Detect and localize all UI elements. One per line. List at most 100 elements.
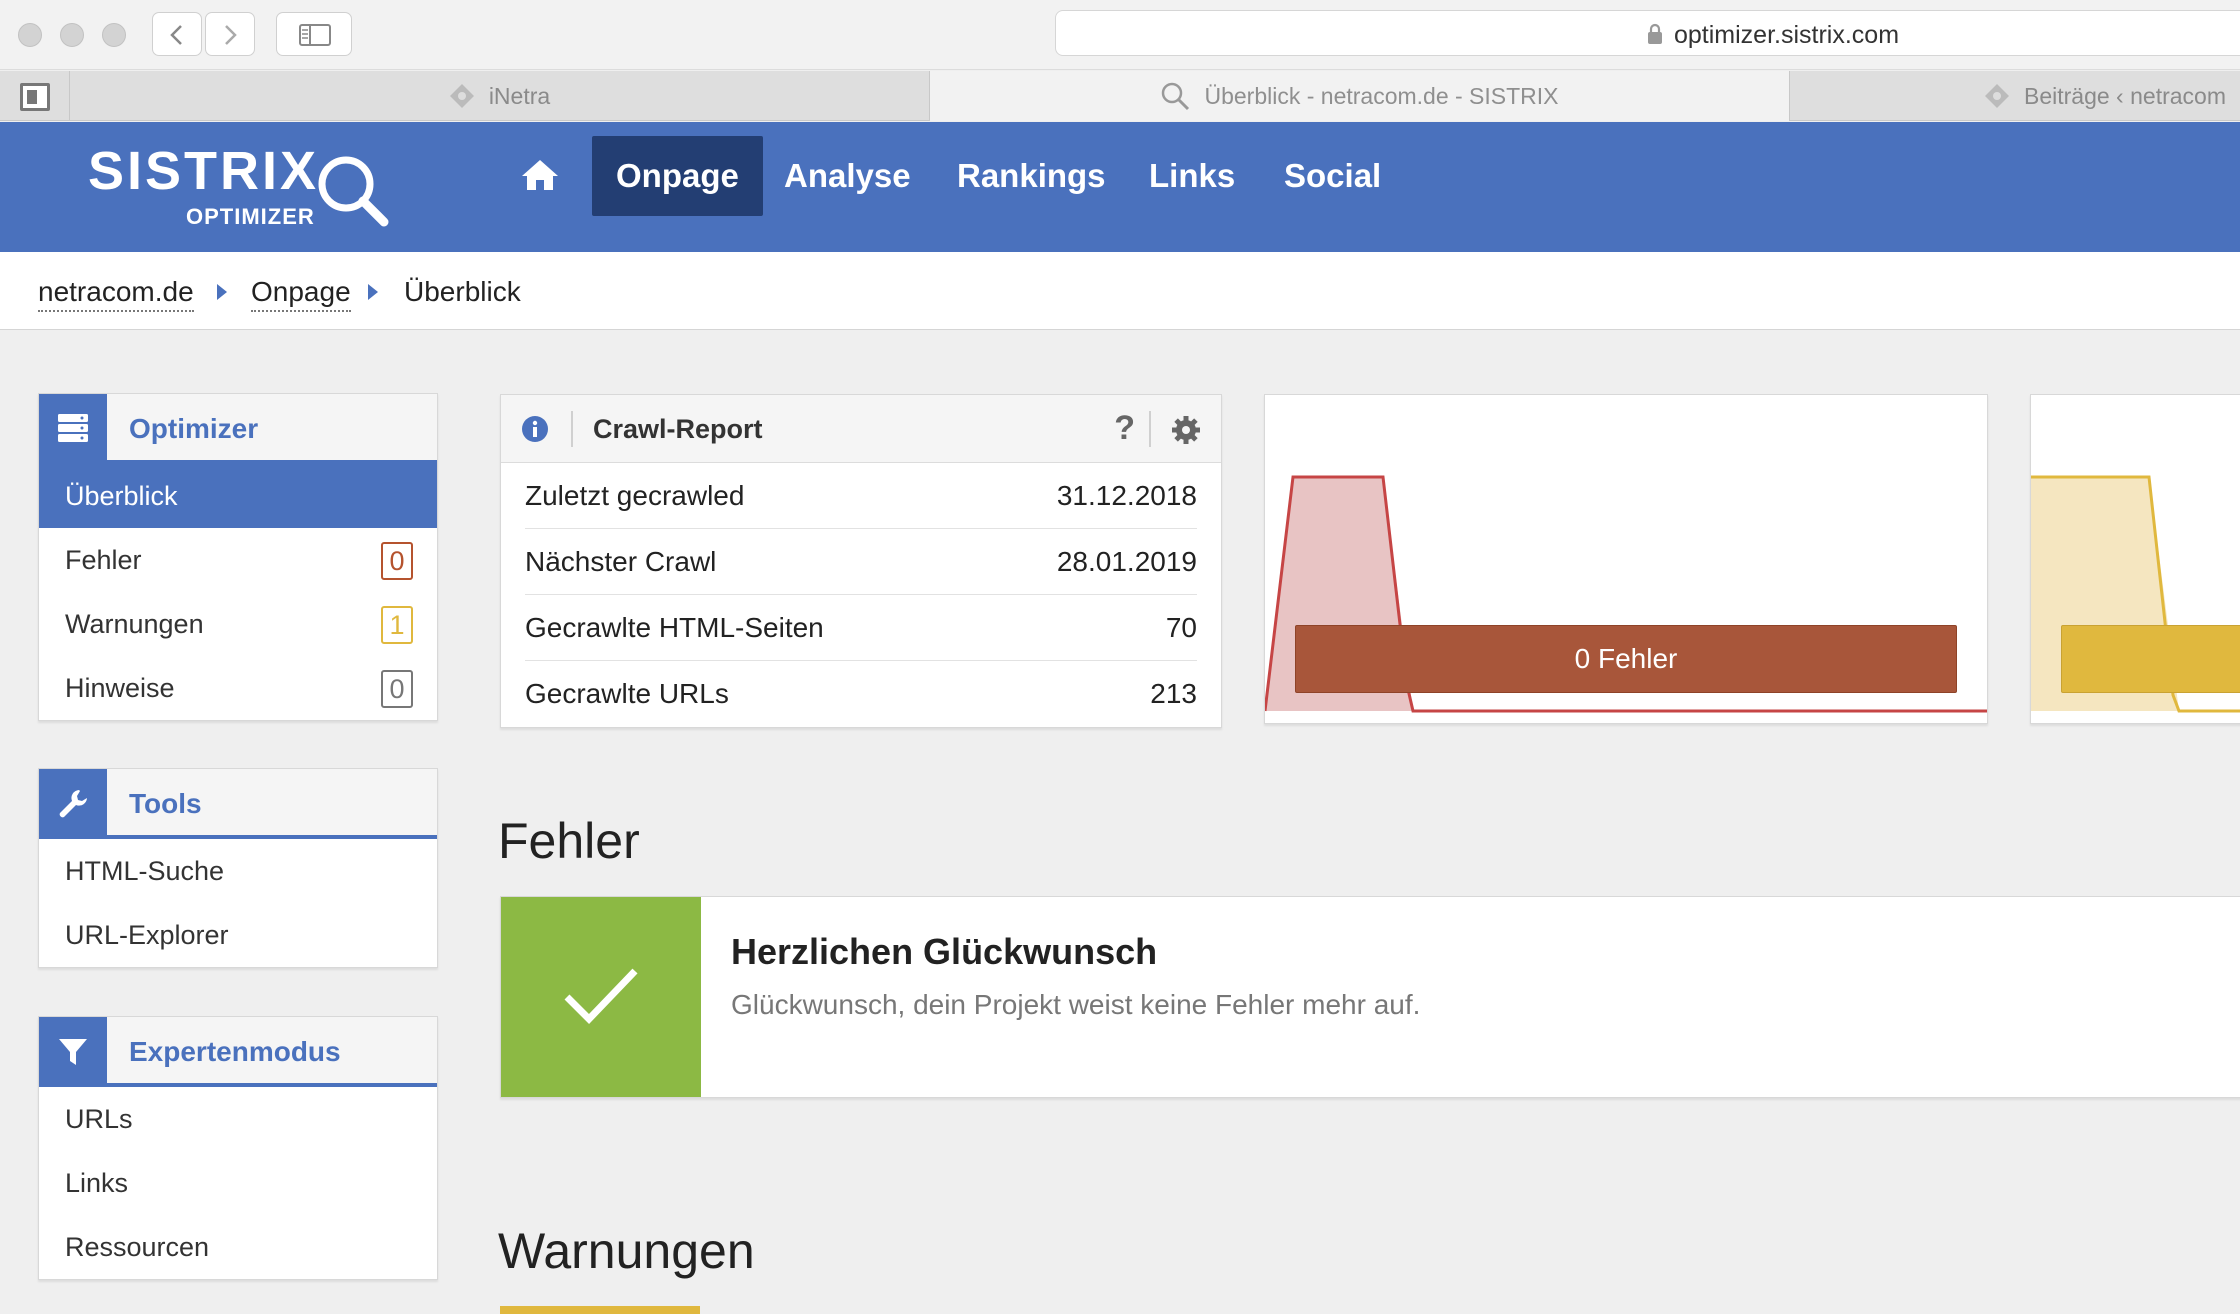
info-icon[interactable]: [521, 415, 549, 443]
sidebar-expert-panel: Expertenmodus URLs Links Ressourcen: [38, 1016, 438, 1280]
sidebar-item-label: Fehler: [65, 545, 142, 575]
nav-analyse[interactable]: Analyse: [760, 136, 935, 216]
breadcrumb-separator-icon: [217, 284, 227, 300]
warning-trend-card[interactable]: [2030, 394, 2240, 724]
sidebar-item-ueberblick[interactable]: Überblick: [39, 464, 437, 528]
section-title-fehler: Fehler: [498, 813, 640, 869]
sidebar-item-ressourcen[interactable]: Ressourcen: [39, 1215, 437, 1279]
logo-wordmark: SISTRIX: [88, 141, 320, 201]
breadcrumb-onpage[interactable]: Onpage: [251, 276, 351, 312]
notice-count-badge: 0: [381, 670, 413, 708]
error-count-badge: 0: [381, 542, 413, 580]
crawl-row-last: Zuletzt gecrawled 31.12.2018: [525, 463, 1197, 529]
tab-label: iNetra: [488, 82, 551, 109]
sidebar-optimizer-panel: Optimizer Überblick Fehler 0 Warnungen 1…: [38, 393, 438, 721]
diamond-favicon-icon: [449, 84, 474, 108]
browser-tabbar: iNetra Überblick - netracom.de - SISTRIX…: [0, 71, 2240, 121]
sidebar-item-fehler[interactable]: Fehler 0: [39, 528, 437, 592]
crawl-row-label: Nächster Crawl: [525, 546, 717, 577]
panel-icon-box: [39, 1017, 107, 1087]
server-icon: [58, 414, 88, 442]
nav-social[interactable]: Social: [1260, 136, 1405, 216]
crawl-report-card: Crawl-Report ? Zuletzt gecrawled 31.12.20…: [500, 394, 1222, 728]
search-favicon-icon: [1162, 82, 1190, 111]
crawl-report-header: Crawl-Report ?: [501, 395, 1221, 463]
panel-title: Optimizer: [129, 413, 259, 444]
home-icon[interactable]: [520, 158, 560, 192]
tab-overview-button[interactable]: [0, 71, 70, 121]
breadcrumb-separator-icon: [368, 284, 378, 300]
header-divider: [1149, 411, 1151, 447]
crawl-row-value: 213: [1150, 678, 1197, 709]
tab-label: Beiträge ‹ netracom: [2024, 82, 2226, 109]
sidebar-icon: [299, 24, 331, 46]
crawl-row-label: Gecrawlte HTML-Seiten: [525, 612, 824, 643]
warning-count-badge: 1: [381, 606, 413, 644]
diamond-favicon-icon: [1985, 84, 2009, 108]
gear-icon[interactable]: [1171, 415, 1201, 445]
help-icon[interactable]: ?: [1114, 409, 1135, 448]
error-count-bar[interactable]: 0 Fehler: [1295, 625, 1957, 693]
breadcrumb: netracom.de Onpage Überblick: [0, 252, 2240, 330]
panel-header: Optimizer: [39, 394, 437, 464]
crawl-row-value: 28.01.2019: [1056, 546, 1197, 577]
error-trend-card[interactable]: 0 Fehler: [1264, 394, 1988, 724]
wrench-icon: [59, 790, 87, 818]
breadcrumb-project[interactable]: netracom.de: [38, 276, 194, 312]
sidebar-item-html-suche[interactable]: HTML-Suche: [39, 839, 437, 903]
panel-title: Expertenmodus: [129, 1036, 341, 1067]
browser-tab-inetra[interactable]: iNetra: [70, 71, 930, 121]
panel-header: Tools: [39, 769, 437, 839]
sidebar-item-label: Warnungen: [65, 609, 204, 639]
sidebar-toggle-button[interactable]: [276, 12, 352, 56]
panel-title: Tools: [129, 788, 202, 819]
magnifier-logo-icon: [318, 156, 389, 227]
address-bar[interactable]: optimizer.sistrix.com: [1055, 10, 2240, 56]
crawl-row-label: Gecrawlte URLs: [525, 678, 729, 709]
browser-titlebar: optimizer.sistrix.com: [0, 0, 2240, 70]
nav-rankings[interactable]: Rankings: [933, 136, 1130, 216]
crawl-row-urls: Gecrawlte URLs 213: [525, 661, 1197, 727]
sidebar-item-url-explorer[interactable]: URL-Explorer: [39, 903, 437, 967]
panel-icon-box: [39, 769, 107, 839]
sidebar-item-warnungen[interactable]: Warnungen 1: [39, 592, 437, 656]
sidebar-item-label: Hinweise: [65, 673, 175, 703]
url-text: optimizer.sistrix.com: [1674, 21, 1900, 49]
crawl-row-value: 31.12.2018: [1056, 480, 1197, 511]
window-close-button[interactable]: [18, 23, 42, 47]
chevron-left-icon: [170, 25, 182, 45]
success-title: Herzlichen Glückwunsch: [731, 931, 1158, 972]
checkmark-icon: [564, 968, 638, 1025]
sidebar-item-urls[interactable]: URLs: [39, 1087, 437, 1151]
tabs-icon: [20, 83, 50, 111]
success-icon-box: [501, 897, 701, 1097]
lock-icon: [1648, 23, 1662, 44]
sidebar-tools-panel: Tools HTML-Suche URL-Explorer: [38, 768, 438, 968]
window-minimize-button[interactable]: [60, 23, 84, 47]
header-divider: [571, 411, 573, 447]
window-zoom-button[interactable]: [102, 23, 126, 47]
breadcrumb-current: Überblick: [404, 276, 521, 307]
filter-icon: [59, 1039, 87, 1065]
back-button[interactable]: [152, 12, 202, 56]
sistrix-logo[interactable]: SISTRIX OPTIMIZER: [88, 140, 389, 229]
forward-button[interactable]: [205, 12, 255, 56]
warning-count-bar[interactable]: [2061, 625, 2240, 693]
app-header: SISTRIX OPTIMIZER Onpage Analyse Ranking…: [0, 122, 2240, 252]
crawl-row-value: 70: [1165, 612, 1197, 643]
nav-links[interactable]: Links: [1125, 136, 1259, 216]
no-errors-message: Herzlichen Glückwunsch Glückwunsch, dein…: [500, 896, 2240, 1098]
success-text: Glückwunsch, dein Projekt weist keine Fe…: [731, 989, 1421, 1020]
crawl-report-title: Crawl-Report: [593, 414, 763, 444]
logo-subtitle: OPTIMIZER: [186, 204, 315, 229]
panel-icon-box: [39, 394, 107, 464]
browser-tab-sistrix[interactable]: Überblick - netracom.de - SISTRIX: [930, 71, 1790, 121]
sidebar-item-links[interactable]: Links: [39, 1151, 437, 1215]
crawl-row-next: Nächster Crawl 28.01.2019: [525, 529, 1197, 595]
section-title-warnungen: Warnungen: [498, 1223, 755, 1279]
sidebar-item-label: Überblick: [65, 481, 178, 511]
sidebar-item-hinweise[interactable]: Hinweise 0: [39, 656, 437, 720]
crawl-row-label: Zuletzt gecrawled: [525, 480, 745, 511]
nav-onpage[interactable]: Onpage: [592, 136, 763, 216]
browser-tab-beitraege[interactable]: Beiträge ‹ netracom: [1790, 71, 2240, 121]
